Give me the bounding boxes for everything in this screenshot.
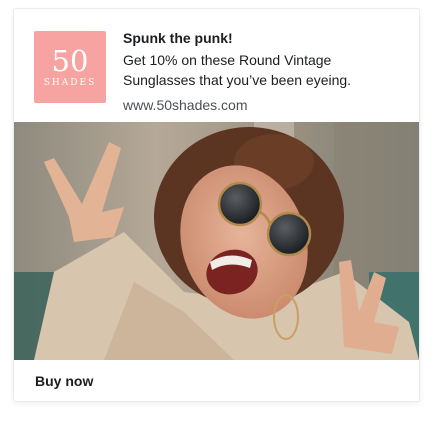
ad-url[interactable]: www.50shades.com: [123, 96, 413, 114]
woman-sunglasses-photo-icon: [14, 122, 419, 360]
ad-image[interactable]: [14, 122, 419, 360]
logo-word: SHADES: [43, 78, 97, 88]
logo-number: 50: [51, 44, 89, 78]
ad-body: Get 10% on these Round Vintage Sunglasse…: [123, 50, 413, 90]
buy-now-button[interactable]: Buy now: [35, 373, 93, 389]
ad-header: 50 SHADES Spunk the punk! Get 10% on the…: [14, 9, 419, 121]
ad-card[interactable]: 50 SHADES Spunk the punk! Get 10% on the…: [13, 8, 420, 402]
ad-body-line-2: Sunglasses that you’ve been eyeing.: [123, 72, 352, 88]
brand-logo[interactable]: 50 SHADES: [34, 31, 106, 103]
ad-headline: Spunk the punk!: [123, 30, 233, 46]
ad-body-line-1: Get 10% on these Round Vintage: [123, 52, 332, 68]
ad-text: Spunk the punk! Get 10% on these Round V…: [123, 29, 413, 114]
